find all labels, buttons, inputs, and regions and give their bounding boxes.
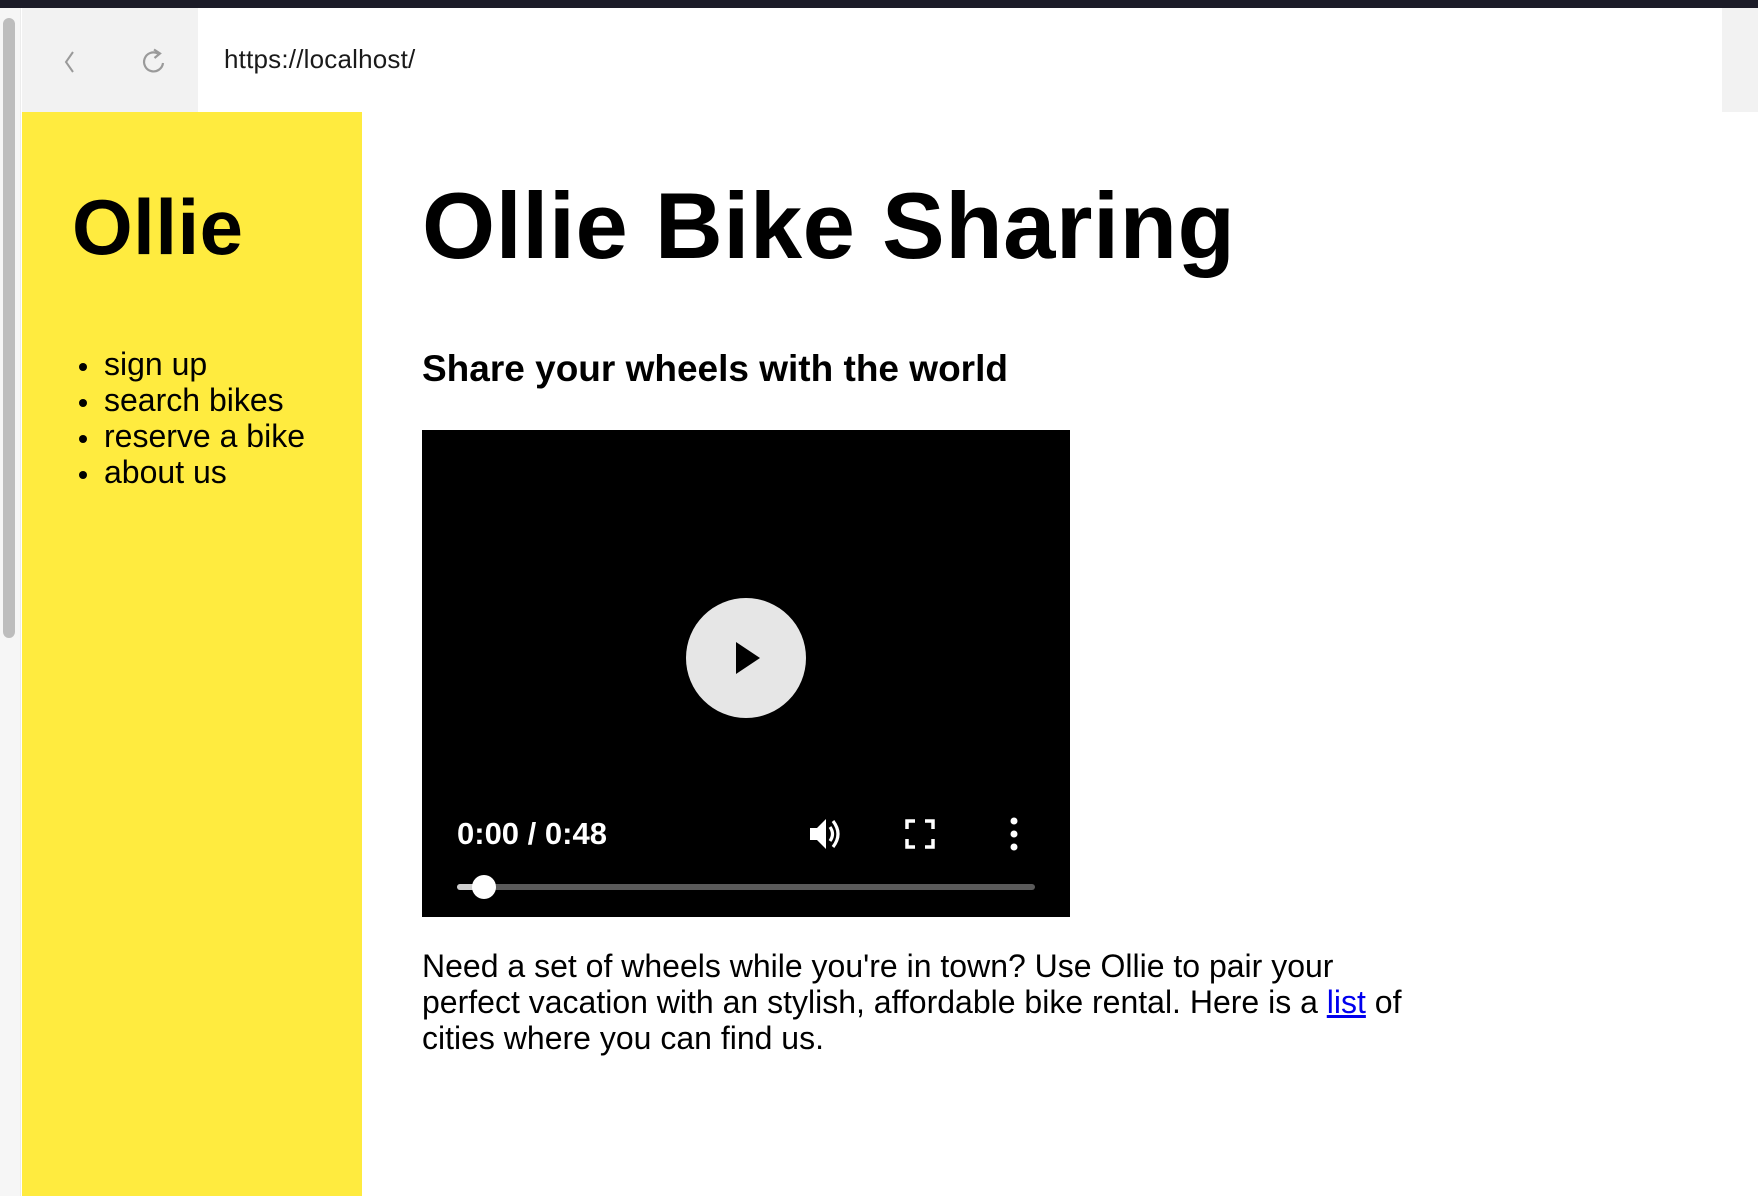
chevron-left-icon bbox=[64, 51, 74, 73]
nav-item-search-bikes[interactable]: search bikes bbox=[102, 382, 362, 418]
browser-navigation bbox=[22, 8, 198, 112]
video-player[interactable]: 0:00 / 0:48 bbox=[422, 430, 1070, 917]
intro-paragraph: Need a set of wheels while you're in tow… bbox=[422, 948, 1432, 1056]
browser-side-panel bbox=[1722, 8, 1758, 112]
back-button[interactable] bbox=[50, 42, 90, 82]
play-button[interactable] bbox=[686, 598, 806, 718]
more-vertical-icon bbox=[1010, 817, 1018, 851]
cities-list-link[interactable]: list bbox=[1327, 984, 1366, 1020]
reload-icon bbox=[142, 48, 165, 73]
fullscreen-button[interactable] bbox=[898, 812, 942, 856]
more-options-button[interactable] bbox=[992, 812, 1036, 856]
site-logo: Ollie bbox=[72, 183, 244, 271]
video-time-display: 0:00 / 0:48 bbox=[457, 816, 607, 851]
sidebar-nav: sign up search bikes reserve a bike abou… bbox=[72, 346, 362, 490]
reload-button[interactable] bbox=[134, 42, 174, 82]
nav-item-sign-up[interactable]: sign up bbox=[102, 346, 362, 382]
intro-text-start: Need a set of wheels while you're in tow… bbox=[422, 948, 1334, 1020]
nav-item-reserve-a-bike[interactable]: reserve a bike bbox=[102, 418, 362, 454]
sidebar: Ollie sign up search bikes reserve a bik… bbox=[22, 112, 362, 1196]
window-top-edge bbox=[0, 0, 1758, 8]
page-scrollbar[interactable] bbox=[0, 8, 21, 1196]
volume-button[interactable] bbox=[804, 812, 848, 856]
page-subtitle: Share your wheels with the world bbox=[422, 348, 1008, 389]
scrollbar-thumb[interactable] bbox=[3, 18, 15, 638]
volume-icon bbox=[810, 819, 840, 849]
nav-item-about-us[interactable]: about us bbox=[102, 454, 362, 490]
video-progress-bar[interactable] bbox=[457, 875, 1035, 899]
play-icon bbox=[736, 642, 760, 674]
page-title: Ollie Bike Sharing bbox=[422, 173, 1236, 278]
address-bar-url[interactable]: https://localhost/ bbox=[224, 44, 415, 75]
fullscreen-icon bbox=[905, 819, 935, 849]
video-progress-thumb[interactable] bbox=[471, 875, 496, 899]
